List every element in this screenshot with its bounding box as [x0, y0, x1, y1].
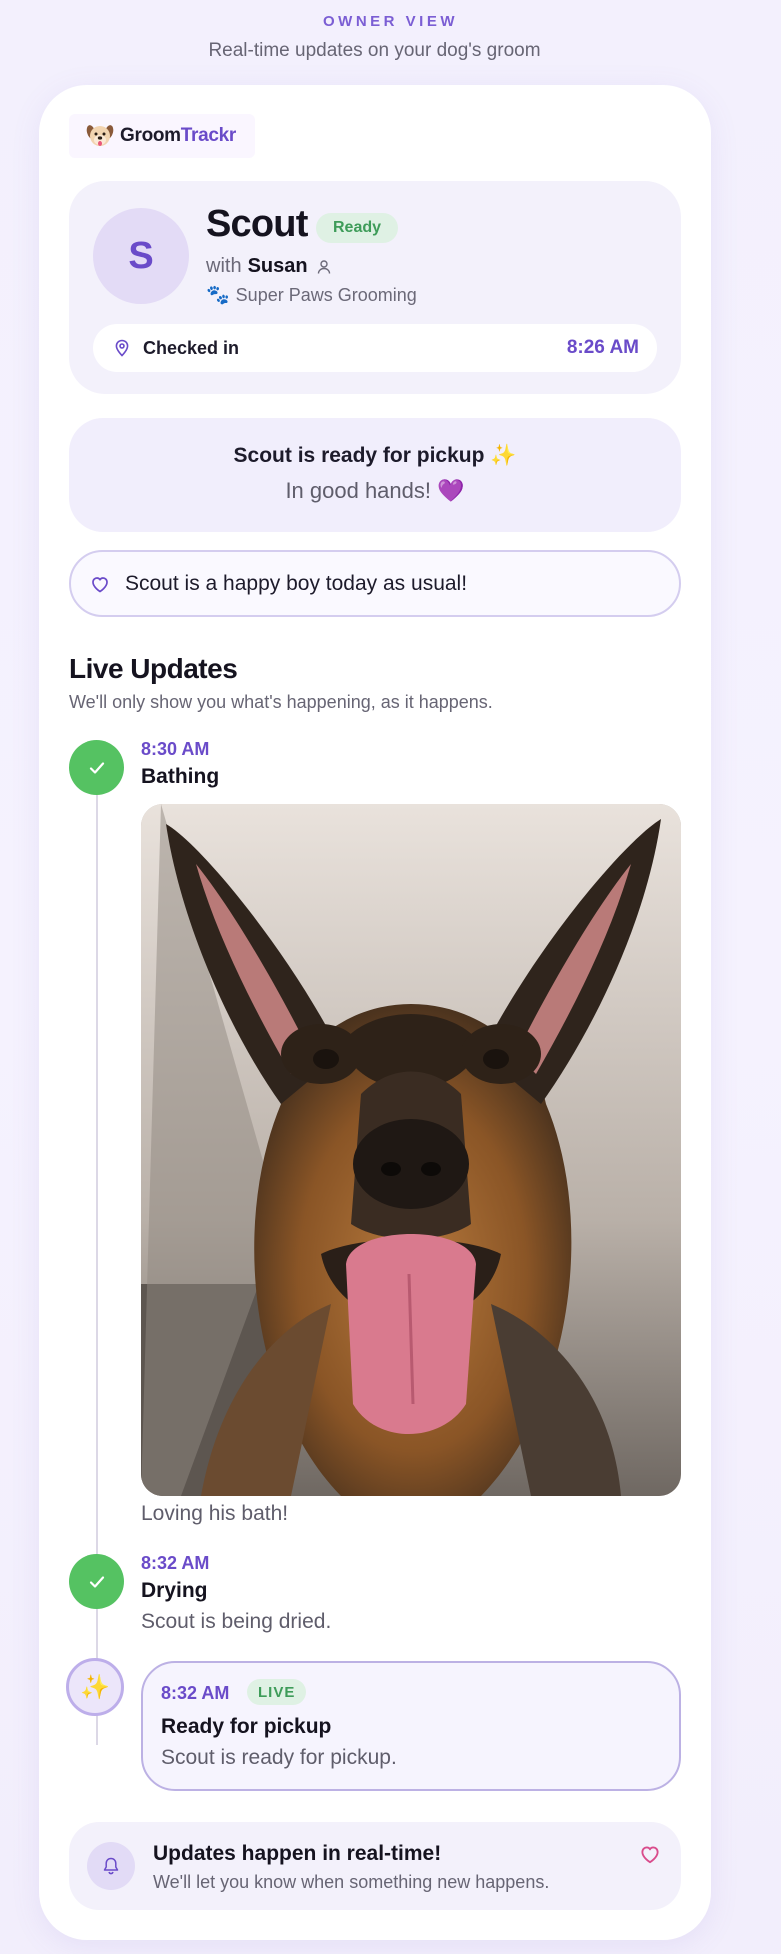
- step-time: 8:32 AM: [161, 1683, 230, 1703]
- groomer-line: with Susan: [206, 255, 332, 278]
- step-title: Drying: [141, 1579, 208, 1602]
- sparkle-icon: ✨: [490, 444, 517, 467]
- footer-title: Updates happen in real-time!: [153, 1842, 442, 1865]
- step-live-indicator: ✨: [66, 1658, 124, 1716]
- paw-icon: 🐾: [206, 285, 230, 306]
- location-pin-icon: [115, 339, 129, 357]
- page-eyebrow: OWNER VIEW: [323, 13, 458, 30]
- heart-outline-icon: [92, 576, 108, 592]
- footer-subtitle: We'll let you know when something new ha…: [153, 1872, 550, 1892]
- step-description: Scout is being dried.: [141, 1610, 332, 1633]
- checkin-row: Checked in 8:26 AM: [93, 324, 657, 372]
- step-title: Ready for pickup: [161, 1715, 332, 1738]
- step-done-check: [69, 740, 124, 795]
- pickup-status-card: Scout is ready for pickup ✨ In good hand…: [69, 418, 681, 532]
- salon-line: 🐾 Super Paws Grooming: [206, 283, 417, 307]
- bell-icon-container: [87, 1842, 135, 1890]
- status-title: Scout is ready for pickup ✨: [69, 444, 681, 468]
- step-title: Bathing: [141, 765, 220, 788]
- status-subtitle-text: In good hands!: [285, 478, 432, 503]
- dog-photo-image: [141, 804, 681, 1496]
- sparkle-icon: ✨: [80, 1673, 110, 1701]
- dog-profile-card: S Scout Ready with Susan 🐾 Super Paws Gr…: [69, 181, 681, 394]
- status-title-text: Scout is ready for pickup: [233, 444, 485, 467]
- checkin-label: Checked in: [143, 337, 240, 358]
- checkmark-icon: [89, 1575, 104, 1588]
- bell-icon: [103, 1857, 119, 1875]
- status-badge: Ready: [316, 213, 399, 243]
- dog-name: Scout: [206, 203, 308, 245]
- note-text: Scout is a happy boy today as usual!: [125, 571, 468, 595]
- brand-name-part2: Trackr: [180, 125, 237, 146]
- realtime-info-card: Updates happen in real-time! We'll let y…: [69, 1822, 681, 1910]
- checkmark-icon: [89, 761, 104, 774]
- live-updates-subtitle: We'll only show you what's happening, as…: [69, 692, 493, 712]
- status-subtitle: In good hands! 💜: [69, 478, 681, 504]
- person-icon: [317, 259, 330, 274]
- step-time: 8:32 AM: [141, 1553, 210, 1573]
- groom-status-card: GroomTrackr S Scout Ready with Susan 🐾 S…: [39, 85, 711, 1940]
- groomer-name: Susan: [247, 255, 308, 277]
- bath-photo[interactable]: [141, 804, 681, 1496]
- brand-name: GroomTrackr: [120, 125, 236, 147]
- live-step-card[interactable]: 8:32 AM LIVE Ready for pickup Scout is r…: [141, 1661, 681, 1791]
- step-done-check: [69, 1554, 124, 1609]
- groomer-note: Scout is a happy boy today as usual!: [69, 550, 681, 617]
- live-updates-title: Live Updates: [69, 653, 238, 684]
- checkin-time: 8:26 AM: [566, 337, 639, 358]
- salon-name: Super Paws Grooming: [235, 284, 417, 305]
- brand-logo[interactable]: GroomTrackr: [69, 114, 255, 158]
- photo-caption: Loving his bath!: [141, 1502, 289, 1525]
- step-time: 8:30 AM: [141, 739, 210, 759]
- purple-heart-icon: 💜: [437, 478, 465, 503]
- with-label: with: [206, 255, 242, 277]
- dog-avatar: S: [93, 208, 189, 304]
- heart-outline-icon[interactable]: [638, 1842, 662, 1866]
- brand-name-part1: Groom: [120, 125, 181, 146]
- live-badge: LIVE: [247, 1679, 307, 1705]
- dog-face-icon: [86, 125, 114, 146]
- step-description: Scout is ready for pickup.: [161, 1746, 397, 1769]
- page-tagline: Real-time updates on your dog's groom: [208, 40, 541, 61]
